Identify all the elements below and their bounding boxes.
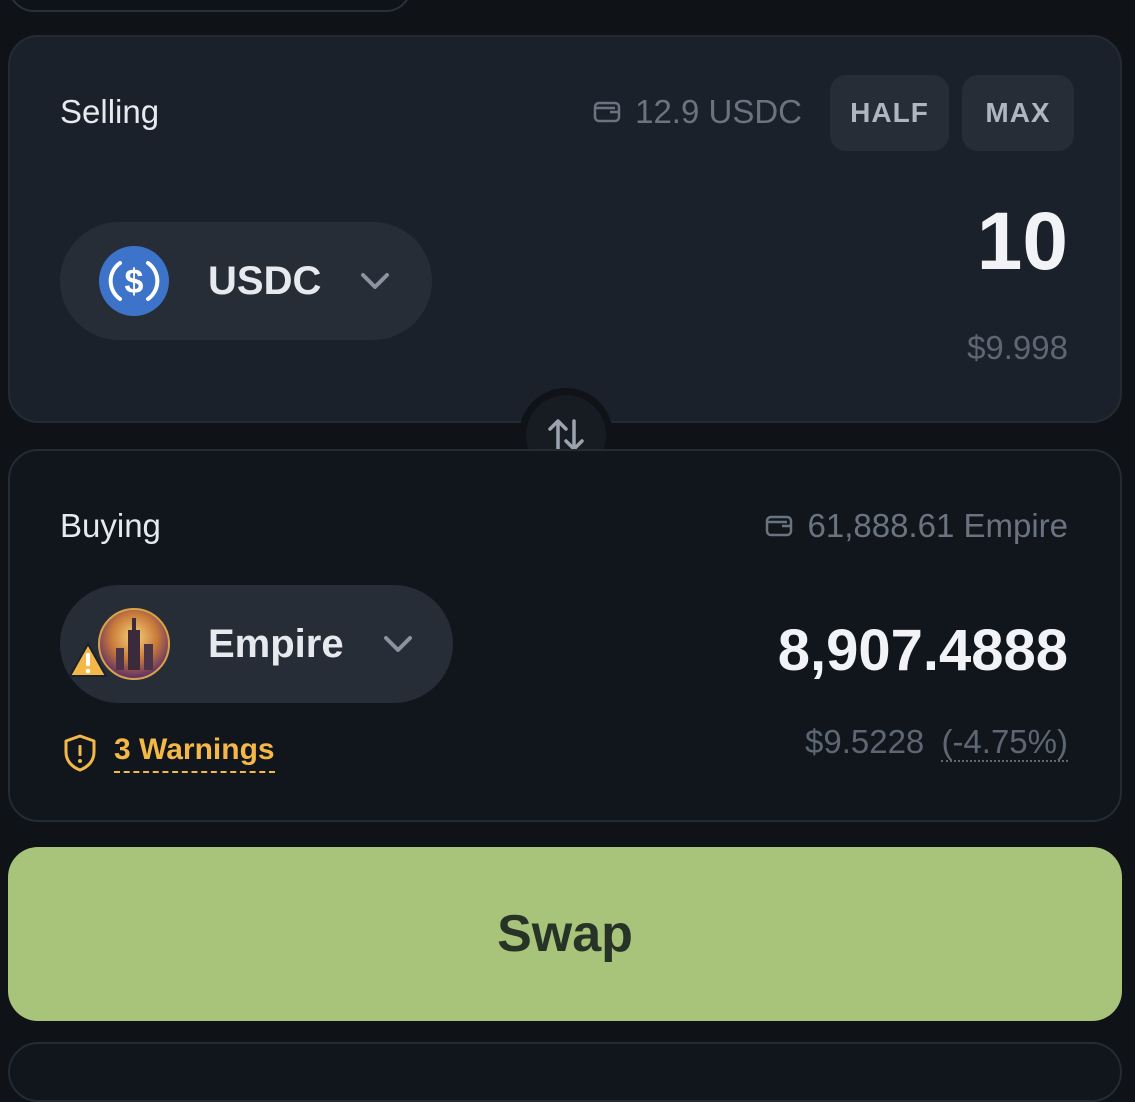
half-button[interactable]: HALF: [830, 75, 949, 151]
buying-token-select[interactable]: Empire: [60, 585, 453, 703]
selling-card: Selling 12.9 USDC HALF MAX $ USDC 10 $9.…: [8, 35, 1122, 423]
selling-balance: 12.9 USDC: [593, 93, 802, 131]
wallet-icon: [593, 101, 621, 123]
selling-amount-input[interactable]: 10: [977, 195, 1068, 289]
buying-usd-value: $9.5228 (-4.75%): [804, 723, 1068, 762]
warning-triangle-icon: [68, 642, 108, 677]
shield-warning-icon: [64, 734, 96, 772]
selling-balance-text: 12.9 USDC: [635, 93, 802, 130]
empire-token-icon: [98, 608, 170, 680]
max-button[interactable]: MAX: [962, 75, 1074, 151]
chevron-down-icon: [383, 636, 412, 652]
warnings-link[interactable]: 3 Warnings: [62, 733, 275, 773]
svg-text:$: $: [125, 263, 144, 301]
selling-usd-value: $9.998: [967, 329, 1068, 366]
selling-token-select[interactable]: $ USDC: [60, 222, 432, 340]
buying-balance: 61,888.61 Empire: [765, 507, 1068, 545]
buying-amount: 8,907.4888: [777, 618, 1068, 683]
bottom-card: [8, 1042, 1122, 1102]
chevron-down-icon: [361, 273, 390, 289]
top-pill: [8, 0, 412, 12]
buying-usd-text: $9.5228: [804, 723, 925, 760]
swap-button[interactable]: Swap: [8, 847, 1122, 1021]
selling-label: Selling: [60, 93, 160, 130]
wallet-icon: [766, 515, 793, 537]
buying-balance-text: 61,888.61 Empire: [807, 507, 1068, 544]
price-impact[interactable]: (-4.75%): [941, 723, 1068, 762]
buying-label: Buying: [60, 507, 161, 544]
usdc-coin-icon: $: [99, 246, 169, 316]
warnings-text: 3 Warnings: [114, 733, 275, 773]
buying-card: Buying 61,888.61 Empire Empire 8,907.488…: [8, 449, 1122, 822]
selling-token-symbol: USDC: [208, 258, 322, 303]
buying-token-symbol: Empire: [208, 621, 344, 666]
